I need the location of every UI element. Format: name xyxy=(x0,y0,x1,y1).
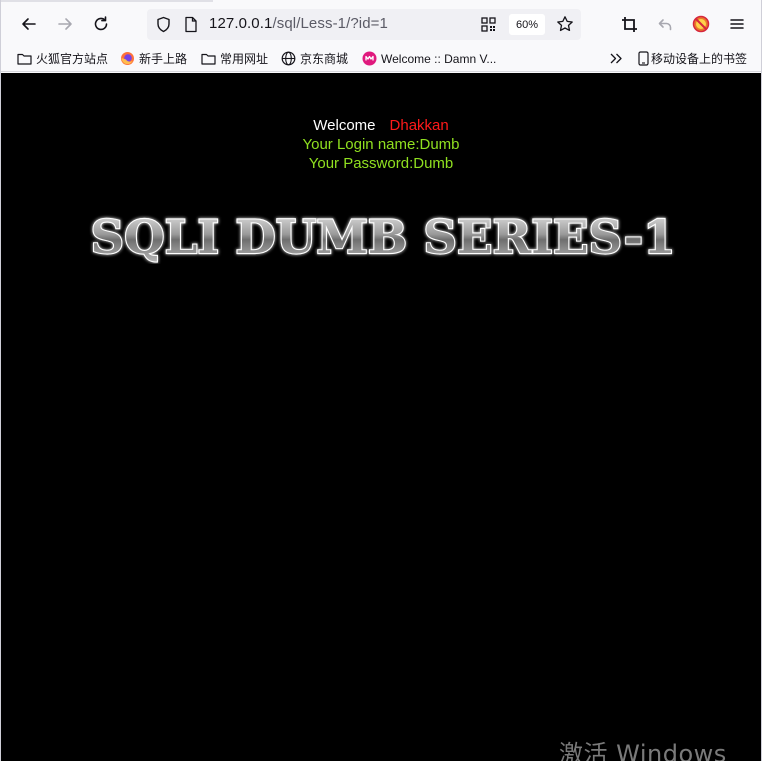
sqli-dumb-series-banner: SQLI DUMB SERIES-1 xyxy=(89,209,676,264)
extension-button[interactable] xyxy=(686,9,716,39)
bookmark-label: 新手上路 xyxy=(139,52,188,66)
banner-text: SQLI DUMB SERIES-1 xyxy=(91,210,676,264)
undo-button[interactable] xyxy=(650,9,680,39)
page-content: Welcome Dhakkan Your Login name:Dumb Your… xyxy=(1,73,761,761)
bookmark-label: Welcome :: Damn V... xyxy=(381,51,497,66)
bookmarks-overflow-button[interactable] xyxy=(609,50,623,67)
folder-icon xyxy=(17,53,32,65)
bookmark-label: 京东商城 xyxy=(300,52,349,66)
bookmark-item-getting-started[interactable]: 新手上路 xyxy=(120,50,187,67)
tracking-protection-shield-icon[interactable] xyxy=(155,16,172,37)
mobile-device-icon xyxy=(638,51,649,66)
bookmark-star-icon[interactable] xyxy=(556,15,574,37)
url-text[interactable]: 127.0.0.1/sql/Less-1/?id=1 xyxy=(209,15,388,32)
bookmark-item-jd[interactable]: 京东商城 xyxy=(281,50,348,67)
browser-window: 127.0.0.1/sql/Less-1/?id=1 60% 火狐官方站点 新手… xyxy=(0,0,762,761)
login-name-line: Your Login name:Dumb xyxy=(302,136,460,153)
menu-button[interactable] xyxy=(722,9,752,39)
globe-icon xyxy=(281,51,296,66)
qr-code-icon[interactable] xyxy=(481,17,496,36)
welcome-username: Dhakkan xyxy=(389,117,449,134)
back-button[interactable] xyxy=(14,9,44,39)
welcome-block: Welcome Dhakkan Your Login name:Dumb Your… xyxy=(1,116,761,173)
firefox-icon xyxy=(121,52,134,65)
page-info-icon[interactable] xyxy=(183,16,199,37)
screenshot-button[interactable] xyxy=(614,9,644,39)
url-host: 127.0.0.1 xyxy=(209,15,273,32)
forward-button[interactable] xyxy=(50,9,80,39)
back-arrow-icon xyxy=(22,18,36,30)
forward-arrow-icon xyxy=(58,18,72,30)
bookmark-label: 常用网址 xyxy=(220,52,269,66)
crop-icon xyxy=(621,16,637,32)
mobile-bookmarks-button[interactable]: 移动设备上的书签 xyxy=(638,50,747,67)
bookmark-item-common-sites[interactable]: 常用网址 xyxy=(201,50,268,67)
address-bar[interactable]: 127.0.0.1/sql/Less-1/?id=1 60% xyxy=(147,9,581,40)
extension-blocked-icon xyxy=(692,15,710,33)
bookmark-item-firefox-official[interactable]: 火狐官方站点 xyxy=(17,50,108,67)
bookmark-item-dvwa[interactable]: Welcome :: Damn V... xyxy=(362,50,496,67)
reload-button[interactable] xyxy=(86,9,116,39)
dvwa-icon xyxy=(362,51,377,66)
windows-activation-watermark: 激活 Windows xyxy=(559,740,727,761)
password-line: Your Password:Dumb xyxy=(308,155,454,172)
mobile-bookmarks-label: 移动设备上的书签 xyxy=(651,52,748,66)
hamburger-menu-icon xyxy=(730,19,744,29)
url-path: /sql/Less-1/?id=1 xyxy=(272,15,388,32)
bookmark-label: 火狐官方站点 xyxy=(36,52,109,66)
welcome-line: Welcome Dhakkan xyxy=(1,116,761,135)
welcome-label: Welcome xyxy=(313,117,376,134)
bookmarks-toolbar: 火狐官方站点 新手上路 常用网址 京东商城 Welcome :: Damn V.… xyxy=(1,45,761,72)
double-chevron-right-icon xyxy=(610,53,622,64)
navigation-toolbar: 127.0.0.1/sql/Less-1/?id=1 60% xyxy=(1,2,761,45)
folder-icon xyxy=(201,53,216,65)
reload-icon xyxy=(94,16,108,31)
undo-arrow-icon xyxy=(658,18,671,30)
zoom-level-button[interactable]: 60% xyxy=(509,14,545,35)
